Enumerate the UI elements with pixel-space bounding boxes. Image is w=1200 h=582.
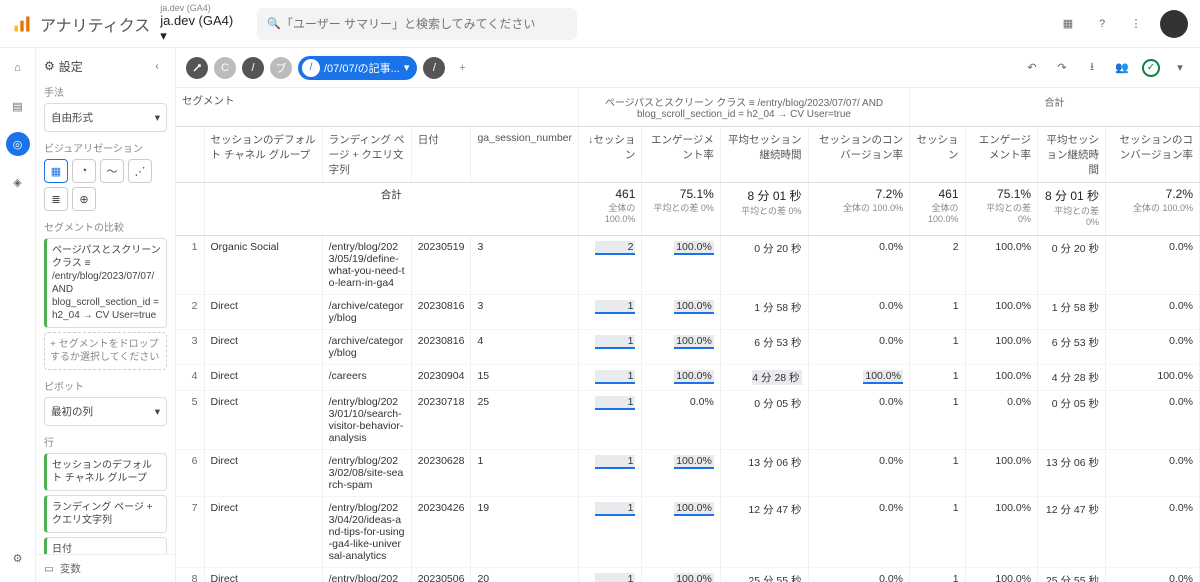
sidebar-footer[interactable]: ▭ 変数	[36, 554, 175, 582]
col-sessions-1[interactable]: ↓セッション	[579, 127, 642, 183]
redo-icon[interactable]: ↷	[1052, 58, 1072, 78]
apps-icon[interactable]: ▦	[1058, 14, 1078, 34]
table-row[interactable]: 8 Direct /entry/blog/2023/04/28/kensaku-…	[176, 568, 1200, 582]
col-avgdur-1[interactable]: 平均セッション継続時間	[720, 127, 808, 183]
add-tab-button[interactable]: +	[451, 57, 473, 79]
chevron-down-icon: ▾	[155, 112, 160, 124]
tab-3[interactable]: /	[242, 57, 264, 79]
viz-donut-icon[interactable]: ◔	[72, 159, 96, 183]
property-selector[interactable]: ja.dev (GA4) ja.dev (GA4) ▾	[160, 3, 233, 44]
rows-label: 行	[44, 434, 167, 449]
nav-explore-icon[interactable]: ◎	[6, 132, 30, 156]
table-row[interactable]: 7 Direct /entry/blog/2023/04/20/ideas-an…	[176, 497, 1200, 568]
viz-group: ▦ ◔ 〜 ⋰	[44, 159, 167, 183]
search-icon: 🔍	[267, 17, 281, 30]
col-engage-1[interactable]: エンゲージメント率	[642, 127, 720, 183]
nav-ads-icon[interactable]: ◈	[6, 170, 30, 194]
col-session-num[interactable]: ga_session_number	[471, 127, 579, 183]
analytics-logo-icon	[12, 14, 32, 34]
chevron-down-icon[interactable]: ▾	[1170, 58, 1190, 78]
menu-icon[interactable]: ⋮	[1126, 14, 1146, 34]
undo-icon[interactable]: ↶	[1022, 58, 1042, 78]
table-row[interactable]: 3 Direct /archive/category/blog 20230816…	[176, 330, 1200, 365]
brand-label: アナリティクス	[40, 12, 150, 36]
row-chip[interactable]: ランディング ページ + クエリ文字列	[44, 495, 167, 533]
app-header: アナリティクス ja.dev (GA4) ja.dev (GA4) ▾ 🔍 ▦ …	[0, 0, 1200, 48]
col-sessions-2[interactable]: セッション	[910, 127, 966, 183]
col-date[interactable]: 日付	[411, 127, 471, 183]
table-row[interactable]: 2 Direct /archive/category/blog 20230816…	[176, 295, 1200, 330]
nav-reports-icon[interactable]: ▤	[6, 94, 30, 118]
viz-scatter-icon[interactable]: ⋰	[128, 159, 152, 183]
table-row[interactable]: 1 Organic Social /entry/blog/2023/05/19/…	[176, 236, 1200, 295]
col-group-1: ページパスとスクリーン クラス ≡ /entry/blog/2023/07/07…	[579, 88, 910, 127]
table-row[interactable]: 5 Direct /entry/blog/2023/01/10/search-v…	[176, 391, 1200, 450]
user-avatar[interactable]	[1160, 10, 1188, 38]
nav-home-icon[interactable]: ⌂	[6, 56, 30, 80]
collapse-icon[interactable]: ‹	[147, 56, 167, 76]
share-icon[interactable]: 👥	[1112, 58, 1132, 78]
help-icon[interactable]: ?	[1092, 14, 1112, 34]
col-group-2: 合計	[910, 88, 1200, 127]
tab-1[interactable]	[186, 57, 208, 79]
search-box[interactable]: 🔍	[257, 8, 577, 40]
segment-drop-zone[interactable]: + セグメントをドロップするか選択してください	[44, 332, 167, 370]
viz-line-icon[interactable]: 〜	[100, 159, 124, 183]
nav-rail: ⌂ ▤ ◎ ◈ ⚙	[0, 48, 36, 582]
pivot-label: ピボット	[44, 378, 167, 393]
sync-indicator[interactable]: ✓	[1142, 59, 1160, 77]
col-conv-2[interactable]: セッションのコンバージョン率	[1106, 127, 1200, 183]
table-row[interactable]: 4 Direct /careers 20230904 15 1 100.0% 4…	[176, 365, 1200, 391]
col-channel[interactable]: セッションのデフォルト チャネル グループ	[204, 127, 322, 183]
col-avgdur-2[interactable]: 平均セッション継続時間	[1038, 127, 1106, 183]
col-landing[interactable]: ランディング ページ + クエリ文字列	[322, 127, 411, 183]
segment-chip[interactable]: ページパスとスクリーン クラス ≡ /entry/blog/2023/07/07…	[44, 238, 167, 328]
search-input[interactable]	[281, 17, 567, 31]
download-icon[interactable]: ⭳	[1082, 58, 1102, 78]
technique-select[interactable]: 自由形式▾	[44, 103, 167, 132]
data-table[interactable]: セグメント ページパスとスクリーン クラス ≡ /entry/blog/2023…	[176, 88, 1200, 582]
table-row[interactable]: 6 Direct /entry/blog/2023/02/08/site-sea…	[176, 450, 1200, 497]
pivot-select[interactable]: 最初の列▾	[44, 397, 167, 426]
viz-table-icon[interactable]: ▦	[44, 159, 68, 183]
segment-compare-label: セグメントの比較	[44, 219, 167, 234]
tab-4[interactable]: ブ	[270, 57, 292, 79]
tab-active[interactable]: //07/07/の記事... ▾	[298, 56, 417, 80]
col-conv-1[interactable]: セッションのコンバージョン率	[808, 127, 909, 183]
summary-row: 合計 461全体の 100.0% 75.1%平均との差 0% 8 分 01 秒平…	[176, 183, 1200, 236]
viz-label: ビジュアリゼーション	[44, 140, 167, 155]
technique-label: 手法	[44, 84, 167, 99]
row-chip[interactable]: セッションのデフォルト チャネル グループ	[44, 453, 167, 491]
sidebar-title: ⚙ 設定	[44, 58, 83, 75]
chevron-down-icon: ▾	[155, 406, 160, 418]
col-segment: セグメント	[176, 88, 579, 127]
nav-admin-icon[interactable]: ⚙	[6, 546, 30, 570]
viz-geo-icon[interactable]: ⊕	[72, 187, 96, 211]
tab-2[interactable]: C	[214, 57, 236, 79]
tabs-bar: C / ブ //07/07/の記事... ▾ / + ↶ ↷ ⭳ 👥 ✓ ▾	[176, 48, 1200, 88]
settings-sidebar: ⚙ 設定 ‹ 手法 自由形式▾ ビジュアリゼーション ▦ ◔ 〜 ⋰ ≣ ⊕ セ…	[36, 48, 176, 582]
tab-6[interactable]: /	[423, 57, 445, 79]
col-engage-2[interactable]: エンゲージメント率	[965, 127, 1038, 183]
viz-bar-icon[interactable]: ≣	[44, 187, 68, 211]
